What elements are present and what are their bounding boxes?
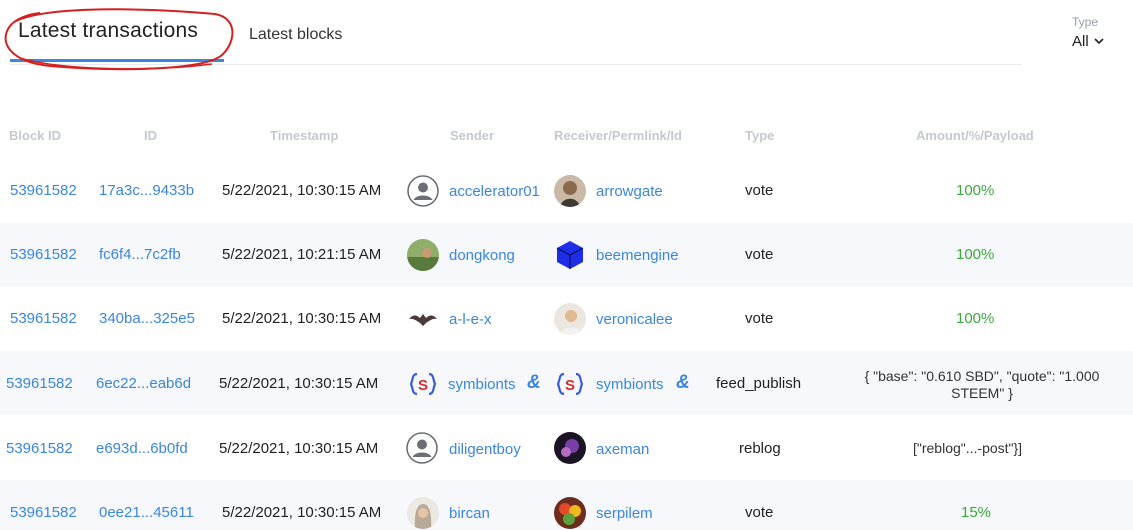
timestamp: 5/22/2021, 10:30:15 AM	[222, 310, 382, 327]
user-photo-avatar[interactable]	[554, 432, 586, 464]
table-row: 53961582 fc6f4...7c2fb 5/22/2021, 10:21:…	[0, 223, 1133, 287]
sender-link[interactable]: symbionts	[448, 376, 516, 393]
column-header-block-id: Block ID	[9, 128, 62, 143]
transaction-type: vote	[745, 182, 774, 199]
receiver-link[interactable]: beemengine	[596, 247, 679, 264]
transaction-id-link[interactable]: 6ec22...eab6d	[96, 375, 191, 392]
payload-value: ["reblog"...-post"}]	[913, 440, 1023, 456]
sender-link[interactable]: accelerator01	[449, 183, 540, 200]
transaction-type: vote	[745, 504, 774, 521]
column-header-receiver: Receiver/Permlink/Id	[554, 128, 682, 143]
receiver-link[interactable]: symbionts	[596, 376, 664, 393]
amount-value: 100%	[956, 310, 995, 327]
sender-link[interactable]: dongkong	[449, 247, 515, 264]
active-tab-indicator	[10, 59, 224, 62]
block-id-link[interactable]: 53961582	[10, 182, 77, 199]
table-row: 53961582 340ba...325e5 5/22/2021, 10:30:…	[0, 287, 1133, 351]
user-photo-avatar[interactable]	[554, 497, 586, 529]
timestamp: 5/22/2021, 10:30:15 AM	[219, 375, 379, 392]
tab-latest-blocks[interactable]: Latest blocks	[249, 26, 342, 44]
user-photo-avatar[interactable]	[554, 303, 586, 335]
cube-logo-avatar[interactable]	[554, 239, 586, 271]
type-filter-label: Type	[1072, 15, 1099, 29]
transaction-type: reblog	[739, 440, 781, 457]
user-photo-avatar[interactable]	[554, 175, 586, 207]
transaction-type: feed_publish	[716, 375, 802, 392]
timestamp: 5/22/2021, 10:21:15 AM	[222, 246, 382, 263]
type-filter[interactable]: Type All	[1072, 15, 1104, 50]
table-row: 53961582 6ec22...eab6d 5/22/2021, 10:30:…	[0, 351, 1133, 415]
symbionts-logo-avatar[interactable]: S	[407, 368, 439, 400]
transaction-type: vote	[745, 246, 774, 263]
column-header-amount: Amount/%/Payload	[916, 128, 1034, 143]
payload-line-1: { "base": "0.610 SBD", "quote": "1.000	[864, 368, 1100, 384]
table-row: 53961582 17a3c...9433b 5/22/2021, 10:30:…	[0, 159, 1133, 223]
block-id-link[interactable]: 53961582	[10, 246, 77, 263]
block-id-link[interactable]: 53961582	[6, 375, 73, 392]
sender-link[interactable]: a-l-e-x	[449, 311, 492, 328]
ampersand-icon[interactable]: &	[672, 370, 690, 393]
svg-text:S: S	[418, 377, 428, 394]
transaction-type: vote	[745, 310, 774, 327]
receiver-link[interactable]: serpilem	[596, 505, 653, 522]
user-photo-avatar[interactable]	[407, 497, 439, 529]
default-avatar-icon[interactable]	[407, 175, 439, 207]
timestamp: 5/22/2021, 10:30:15 AM	[222, 182, 382, 199]
amount-value: 100%	[956, 246, 995, 263]
column-header-type: Type	[745, 128, 775, 143]
type-filter-value: All	[1072, 33, 1089, 50]
transaction-id-link[interactable]: 340ba...325e5	[99, 310, 195, 327]
column-header-sender: Sender	[450, 128, 495, 143]
transaction-id-link[interactable]: 0ee21...45611	[99, 504, 194, 521]
amount-value: 15%	[961, 504, 992, 521]
block-id-link[interactable]: 53961582	[10, 310, 77, 327]
transaction-id-link[interactable]: 17a3c...9433b	[99, 182, 194, 199]
table-row: 53961582 e693d...6b0fd 5/22/2021, 10:30:…	[0, 415, 1133, 479]
tab-latest-transactions[interactable]: Latest transactions	[18, 19, 198, 43]
amount-value: 100%	[956, 182, 995, 199]
timestamp: 5/22/2021, 10:30:15 AM	[222, 504, 382, 521]
payload-value: { "base": "0.610 SBD", "quote": "1.000 S…	[832, 368, 1133, 402]
svg-text:S: S	[565, 377, 575, 394]
column-header-id: ID	[144, 128, 157, 143]
block-id-link[interactable]: 53961582	[6, 440, 73, 457]
symbionts-logo-avatar[interactable]: S	[554, 368, 586, 400]
type-filter-select[interactable]: All	[1072, 33, 1104, 50]
receiver-link[interactable]: arrowgate	[596, 183, 663, 200]
column-header-timestamp: Timestamp	[270, 128, 339, 143]
tab-bar: Latest transactions Latest blocks	[10, 14, 1022, 65]
transaction-id-link[interactable]: fc6f4...7c2fb	[99, 246, 181, 263]
table-row: 53961582 0ee21...45611 5/22/2021, 10:30:…	[0, 480, 1133, 530]
timestamp: 5/22/2021, 10:30:15 AM	[219, 440, 379, 457]
sender-link[interactable]: diligentboy	[449, 441, 521, 458]
chevron-down-icon	[1094, 38, 1104, 45]
receiver-link[interactable]: veronicalee	[596, 311, 673, 328]
bat-logo-avatar[interactable]	[407, 303, 439, 335]
receiver-link[interactable]: axeman	[596, 441, 649, 458]
transaction-id-link[interactable]: e693d...6b0fd	[96, 440, 188, 457]
payload-line-2: STEEM" }	[951, 385, 1013, 401]
ampersand-icon[interactable]: &	[523, 370, 541, 393]
sender-link[interactable]: bircan	[449, 505, 490, 522]
block-id-link[interactable]: 53961582	[10, 504, 77, 521]
user-photo-avatar[interactable]	[407, 239, 439, 271]
default-avatar-icon[interactable]	[406, 432, 438, 464]
